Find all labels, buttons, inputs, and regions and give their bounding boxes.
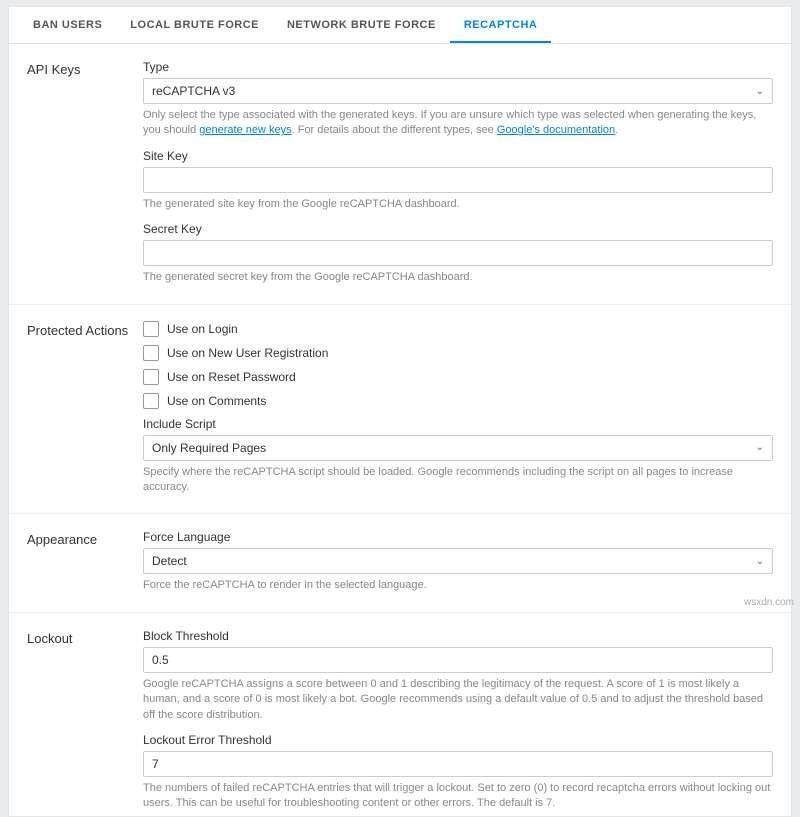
tabs: BAN USERS LOCAL BRUTE FORCE NETWORK BRUT… (9, 7, 791, 44)
section-api-keys: API Keys Type reCAPTCHA v3 ⌄ Only select… (9, 44, 791, 305)
block-threshold-input[interactable] (143, 647, 773, 673)
tab-network-brute-force[interactable]: NETWORK BRUTE FORCE (273, 7, 450, 43)
include-script-label: Include Script (143, 417, 773, 431)
chevron-down-icon: ⌄ (756, 442, 764, 453)
section-protected-actions: Protected Actions Use on Login Use on Ne… (9, 305, 791, 515)
site-key-label: Site Key (143, 149, 773, 163)
type-select-value: reCAPTCHA v3 (152, 84, 235, 98)
chevron-down-icon: ⌄ (756, 556, 764, 567)
settings-panel: BAN USERS LOCAL BRUTE FORCE NETWORK BRUT… (8, 6, 792, 817)
tab-recaptcha[interactable]: RECAPTCHA (450, 7, 552, 43)
chevron-down-icon: ⌄ (756, 86, 764, 97)
force-language-value: Detect (152, 554, 187, 568)
watermark: wsxdn.com (744, 597, 794, 608)
force-language-select[interactable]: Detect ⌄ (143, 548, 773, 574)
force-language-label: Force Language (143, 530, 773, 544)
checkbox-icon (143, 393, 159, 409)
tab-local-brute-force[interactable]: LOCAL BRUTE FORCE (116, 7, 273, 43)
site-key-input[interactable] (143, 167, 773, 193)
secret-key-input[interactable] (143, 240, 773, 266)
include-script-help: Specify where the reCAPTCHA script shoul… (143, 465, 773, 496)
include-script-select[interactable]: Only Required Pages ⌄ (143, 435, 773, 461)
type-label: Type (143, 60, 773, 74)
lockout-error-threshold-label: Lockout Error Threshold (143, 733, 773, 747)
section-appearance: Appearance Force Language Detect ⌄ Force… (9, 514, 791, 612)
section-lockout: Lockout Block Threshold Google reCAPTCHA… (9, 613, 791, 816)
section-title-api-keys: API Keys (27, 60, 143, 286)
type-select[interactable]: reCAPTCHA v3 ⌄ (143, 78, 773, 104)
use-on-reset-password-checkbox[interactable]: Use on Reset Password (143, 369, 773, 385)
use-on-comments-label: Use on Comments (167, 394, 266, 408)
checkbox-icon (143, 321, 159, 337)
use-on-login-label: Use on Login (167, 322, 238, 336)
google-docs-link[interactable]: Google's documentation (497, 124, 615, 136)
block-threshold-help: Google reCAPTCHA assigns a score between… (143, 677, 773, 723)
use-on-reset-label: Use on Reset Password (167, 370, 296, 384)
type-help: Only select the type associated with the… (143, 108, 773, 139)
secret-key-label: Secret Key (143, 222, 773, 236)
lockout-error-threshold-help: The numbers of failed reCAPTCHA entries … (143, 781, 773, 812)
section-title-lockout: Lockout (27, 629, 143, 812)
include-script-value: Only Required Pages (152, 441, 266, 455)
checkbox-icon (143, 345, 159, 361)
use-on-login-checkbox[interactable]: Use on Login (143, 321, 773, 337)
section-title-appearance: Appearance (27, 530, 143, 593)
use-on-comments-checkbox[interactable]: Use on Comments (143, 393, 773, 409)
site-key-help: The generated site key from the Google r… (143, 197, 773, 212)
force-language-help: Force the reCAPTCHA to render in the sel… (143, 578, 773, 593)
tab-ban-users[interactable]: BAN USERS (19, 7, 116, 43)
generate-new-keys-link[interactable]: generate new keys (199, 124, 291, 136)
checkbox-icon (143, 369, 159, 385)
section-title-protected: Protected Actions (27, 321, 143, 496)
use-on-registration-label: Use on New User Registration (167, 346, 328, 360)
lockout-error-threshold-input[interactable] (143, 751, 773, 777)
secret-key-help: The generated secret key from the Google… (143, 270, 773, 285)
block-threshold-label: Block Threshold (143, 629, 773, 643)
use-on-registration-checkbox[interactable]: Use on New User Registration (143, 345, 773, 361)
